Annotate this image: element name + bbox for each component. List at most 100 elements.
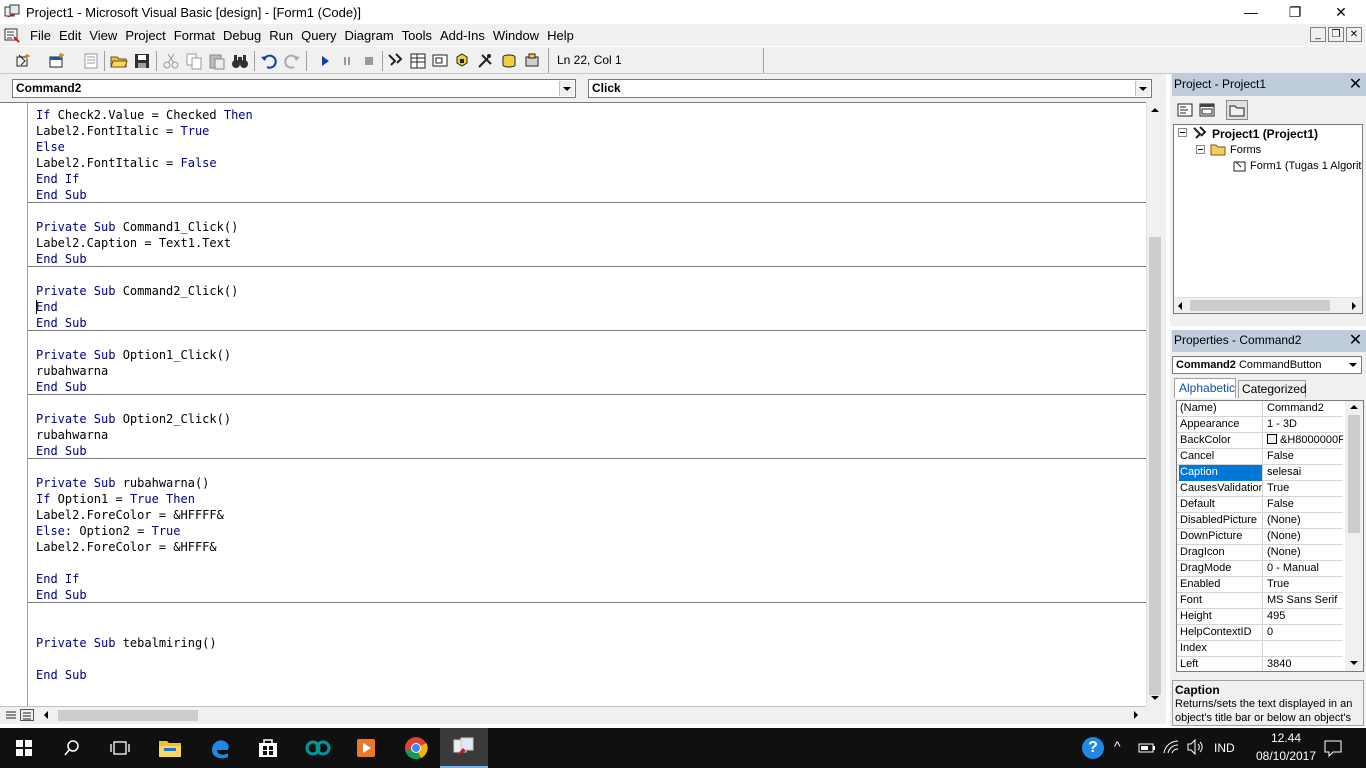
chevron-down-icon[interactable]: [1135, 81, 1150, 96]
code-line[interactable]: Private Sub Option1_Click(): [36, 347, 1136, 363]
add-form-icon[interactable]: [48, 52, 66, 70]
menu-view[interactable]: View: [85, 28, 121, 43]
code-line[interactable]: Label2.FontItalic = True: [36, 123, 1136, 139]
chrome-icon[interactable]: [392, 728, 440, 768]
add-project-icon[interactable]: [14, 52, 32, 70]
menu-debug[interactable]: Debug: [219, 28, 265, 43]
cut-icon[interactable]: [162, 52, 180, 70]
property-row[interactable]: Height 495: [1177, 609, 1343, 625]
start-icon[interactable]: [316, 52, 334, 70]
scroll-down-icon[interactable]: [1350, 661, 1358, 665]
code-line[interactable]: End Sub: [36, 587, 1136, 603]
property-value[interactable]: True: [1265, 481, 1343, 497]
scroll-up-icon[interactable]: [1151, 108, 1159, 112]
code-line[interactable]: End: [36, 299, 1136, 315]
code-line[interactable]: End Sub: [36, 667, 1136, 683]
language-indicator[interactable]: IND: [1214, 741, 1235, 755]
property-name[interactable]: Cancel: [1179, 449, 1263, 465]
property-name[interactable]: DisabledPicture: [1179, 513, 1263, 529]
property-row[interactable]: Left 3840: [1177, 657, 1343, 671]
visual-basic-taskbar-icon[interactable]: [440, 728, 488, 768]
battery-icon[interactable]: [1138, 741, 1156, 758]
property-value[interactable]: 0 - Manual: [1265, 561, 1343, 577]
scroll-right-icon[interactable]: [1134, 711, 1138, 719]
property-value[interactable]: (None): [1265, 545, 1343, 561]
menu-project[interactable]: Project: [121, 28, 169, 43]
clock-time[interactable]: 12.44: [1260, 731, 1312, 745]
tree-project-root[interactable]: Project1 (Project1): [1212, 127, 1318, 141]
property-value[interactable]: 1 - 3D: [1265, 417, 1343, 433]
menu-diagram[interactable]: Diagram: [341, 28, 398, 43]
code-window-icon[interactable]: [4, 27, 20, 43]
code-line[interactable]: End If: [36, 571, 1136, 587]
property-row[interactable]: Caption selesai: [1177, 465, 1343, 481]
property-value[interactable]: Command2: [1265, 401, 1343, 417]
property-value[interactable]: False: [1265, 497, 1343, 513]
property-row[interactable]: DownPicture (None): [1177, 529, 1343, 545]
code-line[interactable]: [36, 459, 1136, 475]
tree-forms-folder[interactable]: Forms: [1230, 144, 1261, 156]
property-name[interactable]: DragIcon: [1179, 545, 1263, 561]
property-value[interactable]: True: [1265, 577, 1343, 593]
close-button[interactable]: ✕: [1318, 0, 1364, 24]
code-line[interactable]: If Check2.Value = Checked Then: [36, 107, 1136, 123]
code-line[interactable]: Label2.ForeColor = &HFFF&: [36, 539, 1136, 555]
property-name[interactable]: Index: [1179, 641, 1263, 657]
object-combo[interactable]: Command2: [12, 79, 576, 98]
property-value[interactable]: (None): [1265, 513, 1343, 529]
code-line[interactable]: End Sub: [36, 251, 1136, 267]
code-line[interactable]: [36, 603, 1136, 619]
wifi-icon[interactable]: [1162, 739, 1180, 758]
hscroll-thumb[interactable]: [58, 710, 198, 721]
chevron-down-icon[interactable]: [559, 81, 574, 96]
object-browser-icon[interactable]: [453, 52, 471, 70]
property-row[interactable]: Index: [1177, 641, 1343, 657]
property-row[interactable]: BackColor &H8000000F: [1177, 433, 1343, 449]
menu-editor-icon[interactable]: [82, 52, 100, 70]
clock-date[interactable]: 08/10/2017: [1250, 749, 1322, 763]
project-explorer-icon[interactable]: [387, 52, 405, 70]
code-line[interactable]: End Sub: [36, 187, 1136, 203]
properties-icon[interactable]: [409, 52, 427, 70]
property-name[interactable]: Font: [1179, 593, 1263, 609]
code-line[interactable]: [36, 267, 1136, 283]
code-line[interactable]: rubahwarna: [36, 363, 1136, 379]
project-close-icon[interactable]: ✕: [1347, 76, 1364, 93]
property-name[interactable]: BackColor: [1179, 433, 1263, 449]
media-player-icon[interactable]: [342, 728, 390, 768]
scroll-down-icon[interactable]: [1151, 696, 1159, 700]
scroll-thumb[interactable]: [1149, 237, 1161, 695]
scroll-right-icon[interactable]: [1352, 302, 1356, 310]
volume-icon[interactable]: [1186, 738, 1204, 758]
menu-file[interactable]: File: [26, 28, 55, 43]
task-view-icon[interactable]: [96, 728, 144, 768]
code-line[interactable]: End If: [36, 171, 1136, 187]
edge-icon[interactable]: [196, 728, 244, 768]
property-row[interactable]: Default False: [1177, 497, 1343, 513]
menu-query[interactable]: Query: [297, 28, 340, 43]
property-scroll-thumb[interactable]: [1348, 415, 1360, 533]
project-tree[interactable]: Project1 (Project1) Forms Form1 (Tugas 1…: [1173, 124, 1363, 314]
procedure-view-icon[interactable]: [4, 709, 18, 721]
chevron-down-icon[interactable]: [1346, 358, 1360, 372]
property-row[interactable]: Cancel False: [1177, 449, 1343, 465]
notifications-icon[interactable]: [1324, 739, 1342, 760]
code-line[interactable]: Private Sub Option2_Click(): [36, 411, 1136, 427]
tab-categorized[interactable]: Categorized: [1238, 380, 1307, 398]
full-module-view-icon[interactable]: [20, 709, 34, 721]
scroll-left-icon[interactable]: [1178, 302, 1182, 310]
copy-icon[interactable]: [185, 52, 203, 70]
paste-icon[interactable]: [208, 52, 226, 70]
property-value[interactable]: False: [1265, 449, 1343, 465]
property-name[interactable]: Appearance: [1179, 417, 1263, 433]
form-layout-icon[interactable]: [431, 52, 449, 70]
code-line[interactable]: End Sub: [36, 443, 1136, 459]
code-line[interactable]: [36, 331, 1136, 347]
code-line[interactable]: [36, 619, 1136, 635]
property-row[interactable]: HelpContextID 0: [1177, 625, 1343, 641]
code-line[interactable]: If Option1 = True Then: [36, 491, 1136, 507]
toolbox-icon[interactable]: [476, 52, 494, 70]
property-name[interactable]: DownPicture: [1179, 529, 1263, 545]
code-editor[interactable]: If Check2.Value = Checked Then Label2.Fon…: [0, 102, 1146, 706]
code-lines[interactable]: If Check2.Value = Checked Then Label2.Fon…: [36, 107, 1136, 683]
